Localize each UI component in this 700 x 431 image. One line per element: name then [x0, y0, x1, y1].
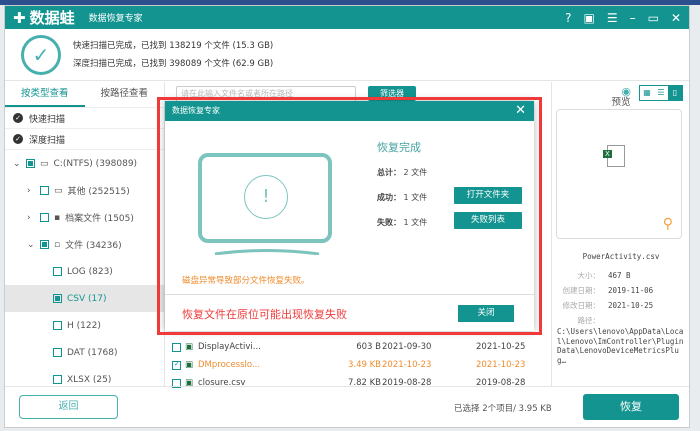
modified-date: 2021-10-25	[476, 342, 526, 352]
file-size: 603 B	[356, 342, 381, 352]
check-circle-icon: ✓	[21, 34, 61, 75]
deep-scan-item[interactable]: ✓ 深度扫描	[5, 129, 164, 150]
quick-scan-status: 快速扫描已完成，已找到 138219 个文件 (15.3 GB)	[73, 40, 274, 51]
checkbox[interactable]	[53, 348, 62, 357]
minimize-icon[interactable]: –	[630, 11, 636, 25]
checkbox[interactable]	[53, 321, 62, 330]
checkbox[interactable]	[53, 267, 62, 276]
file-path: C:\Users\lenovo\AppData\Local\Lenovo\ImC…	[557, 327, 684, 365]
drive-icon: ▭	[40, 158, 49, 169]
file-name: DMprocesslo...	[198, 360, 261, 370]
tree-item[interactable]: ⌄ ▫ 文件 (34236)	[5, 231, 164, 258]
annotation-highlight-box	[157, 97, 542, 335]
check-icon: ✓	[13, 113, 23, 123]
archive-icon: ▪	[54, 212, 61, 223]
save-icon[interactable]: ▣	[583, 11, 594, 25]
checkbox[interactable]	[40, 186, 49, 195]
file-row[interactable]: ▣ DisplayActivi... 603 B 2021-09-30 2021…	[166, 338, 550, 356]
created-date: 2021-10-23	[382, 360, 432, 370]
file-tree: ⌄ ▭ C:(NTFS) (398089) › ▭ 其他 (252515) › ▪ 档案文件 (…	[5, 150, 164, 393]
checkbox[interactable]	[26, 159, 35, 168]
modified-date: 2021-10-23	[476, 360, 526, 370]
tree-item[interactable]: › ▪ 档案文件 (1505)	[5, 204, 164, 231]
preview-title: 预览	[611, 97, 631, 108]
modified-date: 2021-10-25	[608, 301, 654, 310]
tree-item[interactable]: CSV (17)	[5, 285, 164, 312]
preview-box: X ⚲	[556, 109, 682, 239]
tree-item[interactable]: › ▭ 其他 (252515)	[5, 177, 164, 204]
csv-file-icon: ▣	[185, 360, 194, 370]
tab-by-path[interactable]: 按路径查看	[85, 82, 165, 107]
scan-summary: ✓ 快速扫描已完成，已找到 138219 个文件 (15.3 GB) 深度扫描已完…	[5, 29, 689, 81]
csv-file-icon: X	[603, 145, 625, 167]
tree-item[interactable]: H (122)	[5, 312, 164, 339]
tree-item[interactable]: ⌄ ▭ C:(NTFS) (398089)	[5, 150, 164, 177]
maximize-icon[interactable]: ▭	[648, 11, 659, 25]
logo: ✚ 数据蛙	[13, 8, 75, 28]
csv-file-icon: ▣	[185, 342, 194, 352]
tree-item-label: XLSX (25)	[67, 374, 112, 385]
frog-icon: ✚	[13, 8, 26, 27]
checkbox[interactable]: ✓	[172, 360, 181, 370]
chevron-right-icon[interactable]: ›	[27, 213, 35, 223]
quick-scan-item[interactable]: ✓ 快速扫描	[5, 108, 164, 129]
file-size: 467 B	[608, 271, 631, 280]
tab-by-type[interactable]: 按类型查看	[5, 82, 85, 107]
chevron-right-icon[interactable]: ›	[27, 186, 35, 196]
chevron-down-icon[interactable]: ⌄	[13, 159, 21, 169]
checkbox[interactable]	[53, 375, 62, 384]
zoom-icon[interactable]: ⚲	[663, 216, 673, 232]
created-date: 2021-09-30	[382, 342, 432, 352]
tree-item-label: 文件 (34236)	[65, 241, 122, 251]
footer: 返回 已选择 2个项目/ 3.95 KB 恢复	[5, 386, 689, 428]
left-panel: 按类型查看 按路径查看 ✓ 快速扫描 ✓ 深度扫描 ⌄ ▭ C:(NTFS) (3980…	[5, 82, 165, 386]
chevron-down-icon[interactable]: ⌄	[27, 240, 35, 250]
checkbox[interactable]	[40, 240, 49, 249]
checkbox[interactable]	[53, 294, 62, 303]
tree-item-label: H (122)	[67, 320, 101, 331]
document-icon: ▫	[54, 239, 61, 250]
tree-item[interactable]: LOG (823)	[5, 258, 164, 285]
file-row[interactable]: ✓ ▣ DMprocesslo... 3.49 KB 2021-10-23 20…	[166, 356, 550, 374]
close-icon[interactable]: ✕	[671, 11, 681, 25]
checkbox[interactable]	[172, 342, 181, 352]
file-name: DisplayActivi...	[198, 342, 261, 352]
help-icon[interactable]: ?	[565, 11, 571, 25]
tree-item-label: 其他 (252515)	[67, 187, 130, 197]
tree-item-label: CSV (17)	[67, 293, 107, 304]
tree-item-label: LOG (823)	[67, 266, 113, 277]
app-subtitle: 数据恢复专家	[88, 14, 143, 24]
menu-icon[interactable]: ☰	[607, 11, 618, 25]
file-size: 3.49 KB	[347, 360, 381, 370]
selection-info: 已选择 2个项目/ 3.95 KB	[454, 404, 552, 414]
deep-scan-status: 深度扫描已完成，已找到 398089 个文件 (62.9 GB)	[73, 58, 274, 69]
back-button[interactable]: 返回	[19, 395, 118, 419]
created-date: 2019-11-06	[608, 286, 654, 295]
preview-filename: PowerActivity.csv	[582, 252, 660, 261]
tree-item-label: C:(NTFS) (398089)	[53, 158, 138, 169]
tree-item[interactable]: DAT (1768)	[5, 339, 164, 366]
checkbox[interactable]	[40, 213, 49, 222]
recover-button[interactable]: 恢复	[583, 394, 679, 420]
tree-item-label: DAT (1768)	[67, 347, 118, 358]
check-icon: ✓	[13, 134, 23, 144]
folder-icon: ▭	[54, 185, 63, 196]
title-bar: ✚ 数据蛙 数据恢复专家 ? ▣ ☰ – ▭ ✕	[5, 6, 689, 29]
tree-item-label: 档案文件 (1505)	[65, 214, 134, 224]
preview-panel: ◉ ▦ ☰ ▯ 预览 X ⚲ PowerActivity.csv 大小： 467 B …	[551, 82, 689, 386]
